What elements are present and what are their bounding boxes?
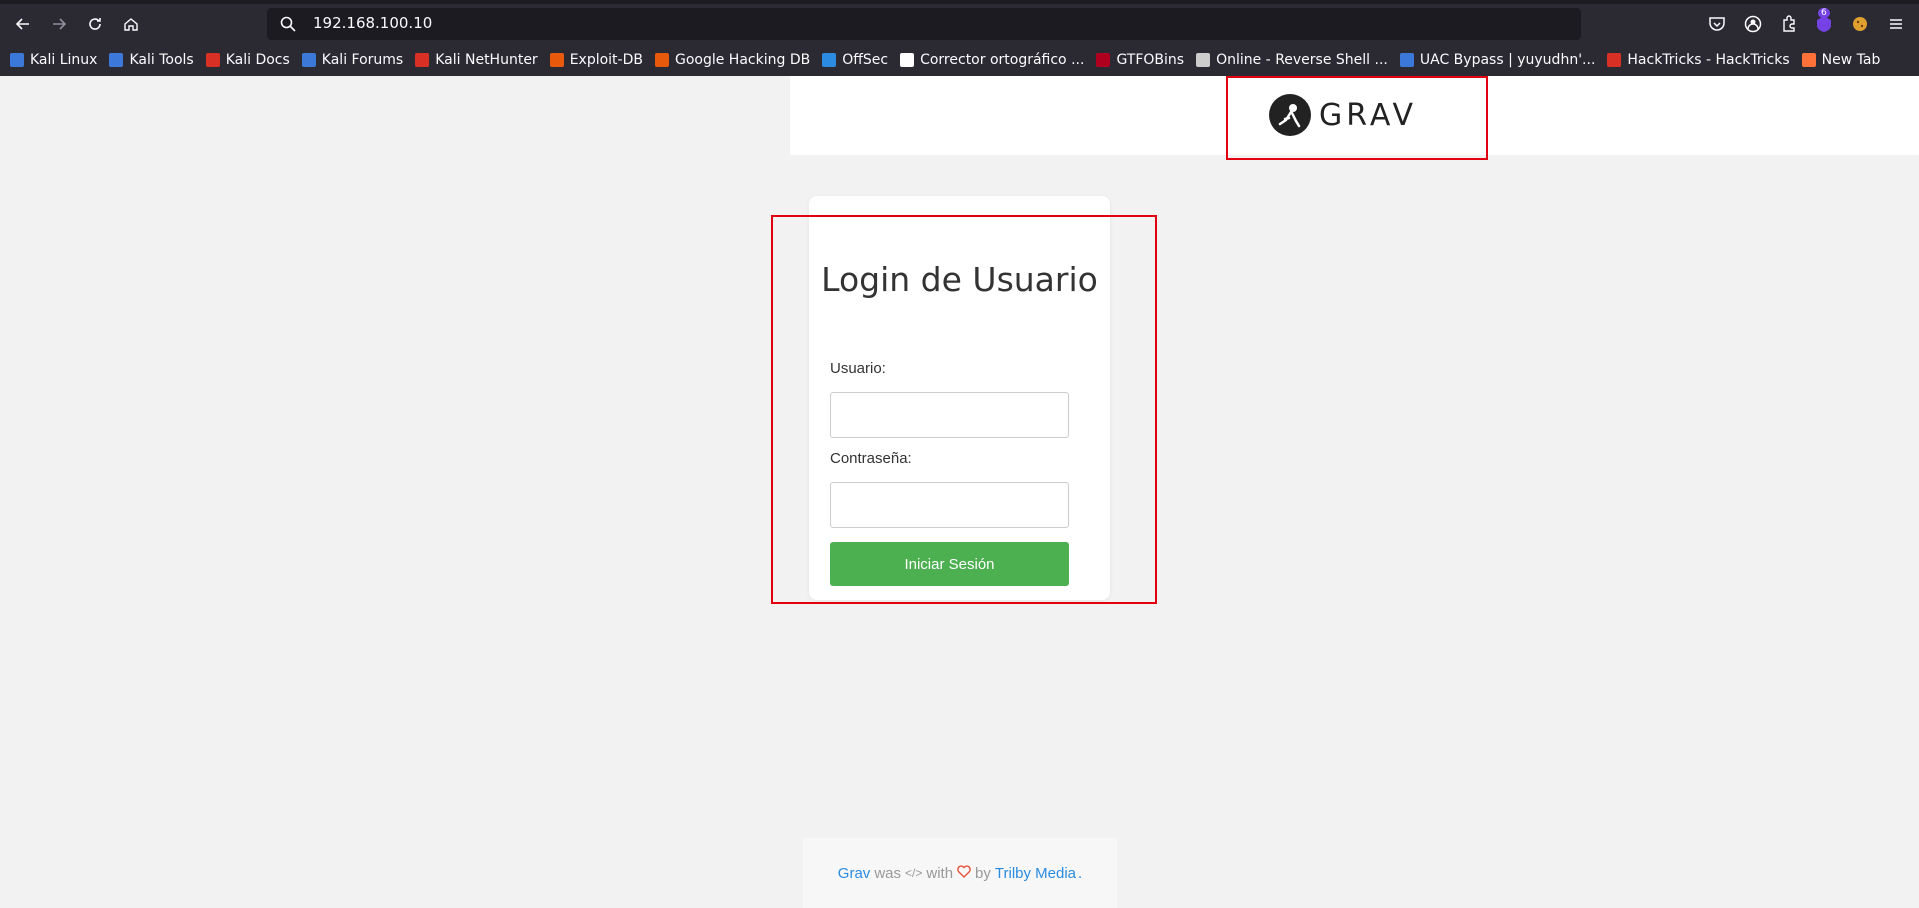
bookmark-item[interactable]: Corrector ortográfico ...	[900, 52, 1084, 68]
bookmark-item[interactable]: Kali Docs	[205, 52, 290, 68]
bookmark-label: Corrector ortográfico ...	[920, 52, 1085, 68]
bookmark-favicon-icon	[1399, 53, 1414, 67]
extensions-icon[interactable]	[1779, 14, 1799, 34]
bookmark-label: Kali NetHunter	[435, 52, 538, 68]
bookmark-favicon-icon	[415, 53, 430, 67]
reload-icon	[89, 18, 101, 30]
browser-chrome: 192.168.100.10 6 Kali Linux Kali Tools Kal…	[0, 0, 1919, 76]
navigation-bar: 192.168.100.10 6	[0, 4, 1919, 44]
bookmark-item[interactable]: Google Hacking DB	[654, 52, 811, 68]
search-icon	[280, 16, 296, 32]
back-button[interactable]	[11, 12, 35, 36]
footer-with: with	[926, 864, 954, 882]
bookmark-item[interactable]: UAC Bypass | yuyudhn'...	[1399, 52, 1596, 68]
bookmark-label: OffSec	[842, 52, 889, 68]
bookmark-favicon-icon	[301, 53, 316, 67]
bookmark-item[interactable]: OffSec	[822, 52, 888, 68]
bookmark-label: Kali Tools	[129, 52, 194, 68]
bookmark-item[interactable]: New Tab	[1801, 52, 1881, 68]
menu-icon[interactable]	[1886, 14, 1906, 34]
bookmark-favicon-icon	[205, 53, 220, 67]
bookmark-item[interactable]: GTFOBins	[1096, 52, 1184, 68]
bookmark-favicon-icon	[549, 53, 564, 67]
home-icon	[124, 18, 138, 31]
bookmark-item[interactable]: Kali Linux	[10, 52, 97, 68]
account-icon[interactable]	[1743, 14, 1763, 34]
bookmark-item[interactable]: Exploit-DB	[549, 52, 643, 68]
trilby-media-link[interactable]: Trilby Media	[995, 865, 1076, 882]
footer-by: by	[975, 864, 991, 882]
bookmark-label: Kali Docs	[225, 52, 290, 68]
heart-icon	[957, 864, 971, 882]
bookmark-favicon-icon	[1607, 53, 1622, 67]
footer-was: was	[874, 864, 901, 882]
bookmark-item[interactable]: Kali Forums	[301, 52, 404, 68]
web-page: GRAV Login de Usuario Usuario: Contraseñ…	[0, 76, 1919, 908]
url-text: 192.168.100.10	[313, 14, 433, 32]
extension-badge: 6	[1818, 8, 1830, 18]
bookmarks-toolbar: Kali Linux Kali Tools Kali Docs Kali Forums…	[0, 46, 1919, 74]
bookmark-label: New Tab	[1821, 52, 1881, 68]
forward-arrow-icon	[53, 18, 67, 30]
highlight-box-login	[771, 215, 1157, 604]
bookmark-item[interactable]: HackTricks - HackTricks	[1607, 52, 1790, 68]
bookmark-item[interactable]: Kali NetHunter	[415, 52, 538, 68]
bookmark-favicon-icon	[1196, 53, 1211, 67]
reload-button[interactable]	[83, 12, 107, 36]
bookmark-label: Exploit-DB	[569, 52, 643, 68]
address-bar[interactable]: 192.168.100.10	[267, 8, 1581, 40]
highlight-box-logo	[1226, 76, 1488, 160]
grav-link[interactable]: Grav	[838, 865, 871, 882]
bookmark-favicon-icon	[109, 53, 124, 67]
bookmark-label: UAC Bypass | yuyudhn'...	[1419, 52, 1596, 68]
bookmark-favicon-icon	[654, 53, 669, 67]
bookmark-label: Kali Forums	[321, 52, 404, 68]
forward-button[interactable]	[47, 12, 71, 36]
bookmark-item[interactable]: Kali Tools	[109, 52, 194, 68]
bookmark-label: GTFOBins	[1116, 52, 1185, 68]
code-icon: </>	[905, 866, 923, 880]
bookmark-favicon-icon	[900, 53, 915, 67]
home-button[interactable]	[119, 12, 143, 36]
bookmark-item[interactable]: Online - Reverse Shell ...	[1196, 52, 1388, 68]
pocket-icon[interactable]	[1707, 14, 1727, 34]
bookmark-label: Google Hacking DB	[674, 52, 811, 68]
bookmark-label: Kali Linux	[30, 52, 98, 68]
bookmark-label: HackTricks - HackTricks	[1627, 52, 1790, 68]
site-footer: Grav was </> with by Trilby Media.	[803, 838, 1117, 908]
bookmark-favicon-icon	[822, 53, 837, 67]
back-arrow-icon	[15, 18, 29, 30]
bookmark-favicon-icon	[1096, 53, 1111, 67]
bookmark-favicon-icon	[10, 53, 24, 67]
footer-period: .	[1078, 864, 1083, 882]
extension-cookie-icon[interactable]	[1850, 14, 1870, 34]
bookmark-label: Online - Reverse Shell ...	[1216, 52, 1388, 68]
bookmark-favicon-icon	[1801, 53, 1816, 67]
